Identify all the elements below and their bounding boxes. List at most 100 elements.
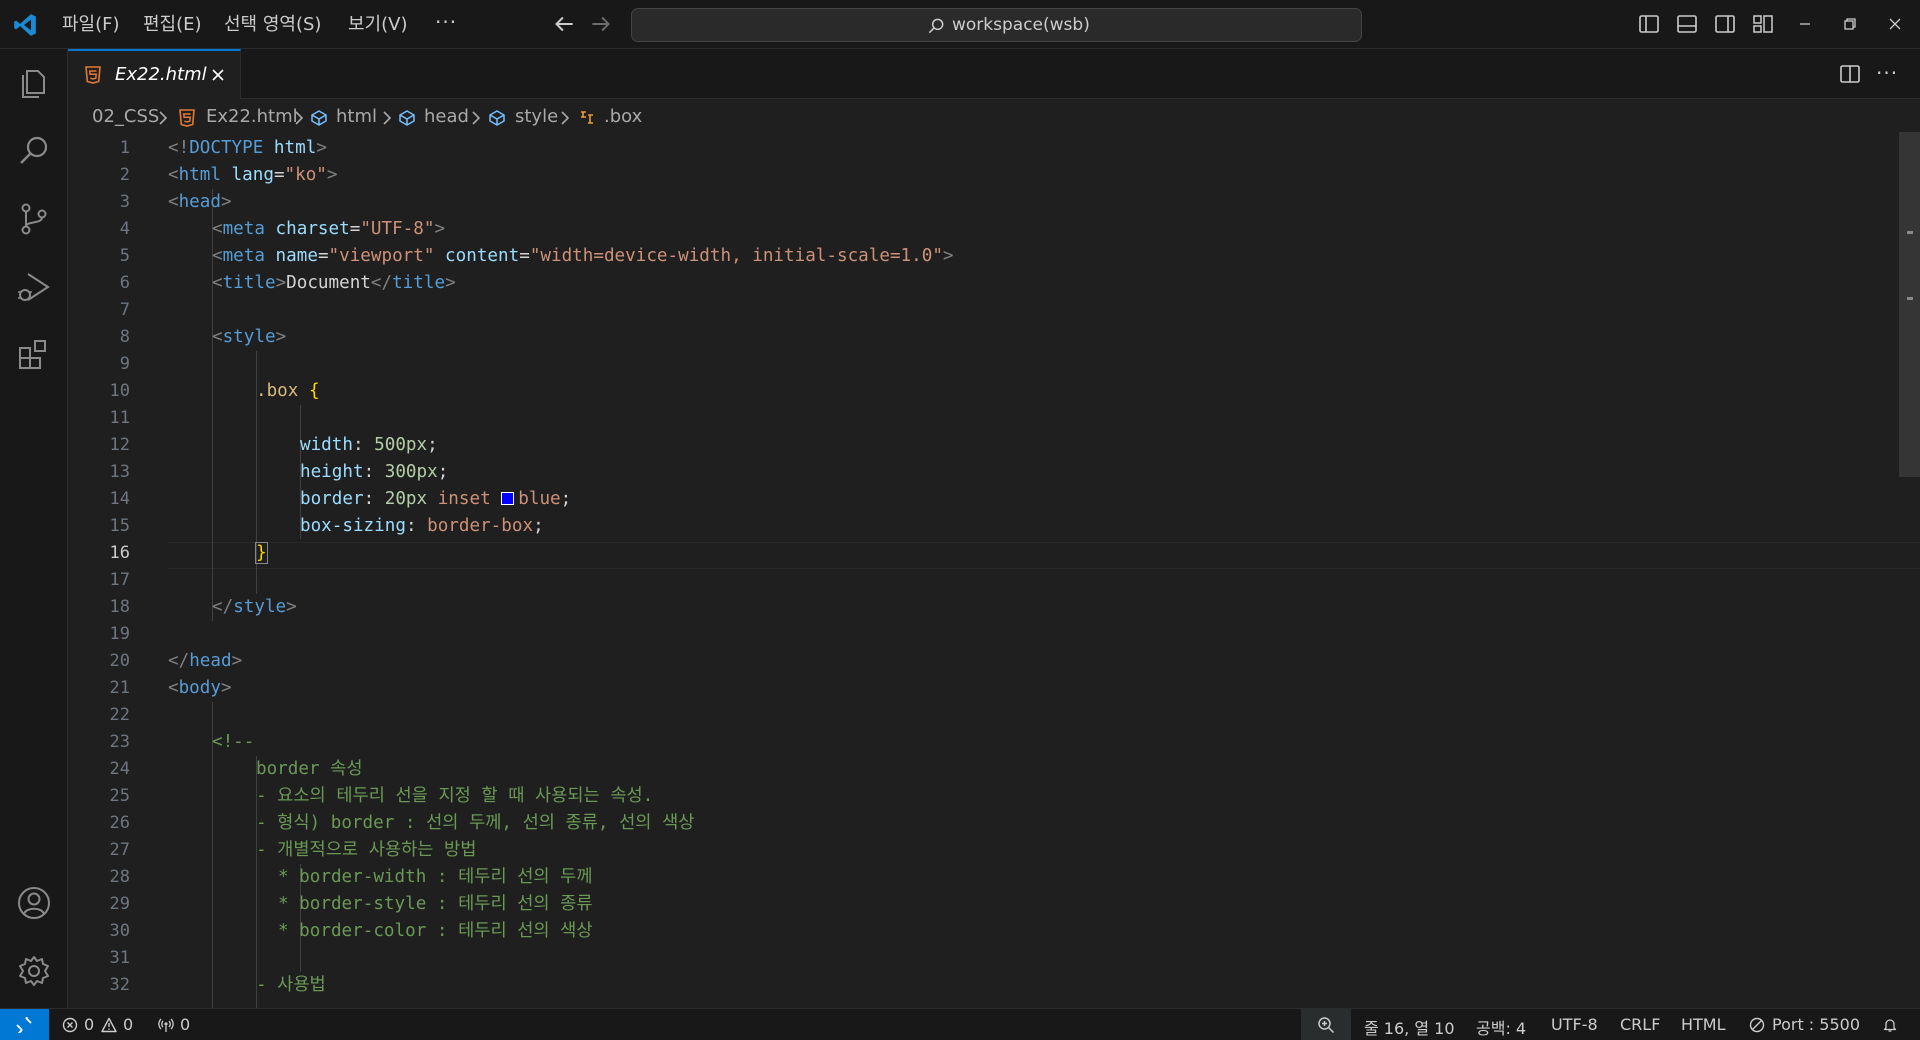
customize-layout-icon[interactable] <box>1752 13 1774 35</box>
toggle-primary-sidebar-icon[interactable] <box>1638 13 1660 35</box>
zoom-in-icon <box>1318 1017 1335 1034</box>
token: style <box>233 597 287 617</box>
split-editor-icon[interactable] <box>1839 63 1861 85</box>
line-number: 12 <box>109 435 130 455</box>
token: head <box>178 192 221 212</box>
symbol-field-icon <box>489 110 505 126</box>
html5-file-icon <box>85 66 101 84</box>
token: </ <box>212 597 234 617</box>
token: height <box>300 462 364 482</box>
token: { <box>308 381 320 401</box>
forward-arrow-icon[interactable] <box>588 11 614 37</box>
token: </ <box>370 273 393 293</box>
code-line: <!DOCTYPE html> <box>168 135 327 162</box>
vscode-logo[interactable] <box>12 12 38 38</box>
token: = <box>317 246 329 266</box>
token: ; <box>560 489 572 509</box>
breadcrumb: 02_CSS Ex22.html html head style .box <box>68 100 1920 135</box>
token: <! <box>168 138 190 158</box>
account-icon[interactable] <box>14 883 54 923</box>
code-line: height: 300px; <box>300 459 448 486</box>
close-icon[interactable] <box>210 67 226 83</box>
token: > <box>326 165 338 185</box>
menu-more-button[interactable]: ··· <box>435 10 457 34</box>
line-number: 6 <box>119 273 130 293</box>
token: ; <box>437 462 449 482</box>
token: > <box>275 327 287 347</box>
indentation-setting[interactable]: 공백: 4 <box>1476 1015 1526 1039</box>
token: border <box>300 489 364 509</box>
menu-view[interactable]: 보기(V) <box>348 13 407 37</box>
minimize-icon[interactable] <box>1795 14 1815 34</box>
toggle-panel-icon[interactable] <box>1676 13 1698 35</box>
toggle-secondary-sidebar-icon[interactable] <box>1714 13 1736 35</box>
ports-count[interactable]: 0 <box>180 1015 190 1034</box>
restore-icon[interactable] <box>1840 14 1860 34</box>
scrollbar-thumb[interactable] <box>1899 132 1920 477</box>
source-control-icon[interactable] <box>14 199 54 239</box>
close-icon[interactable] <box>1885 14 1905 34</box>
token: > <box>220 678 232 698</box>
tab-ex22-html[interactable]: Ex22.html <box>68 49 241 99</box>
token: ; <box>427 435 438 455</box>
comment-line: - 요소의 테두리 선을 지정 할 때 사용되는 속성. <box>256 786 654 806</box>
eol-setting[interactable]: CRLF <box>1620 1015 1660 1034</box>
menu-edit[interactable]: 편집(E) <box>143 13 202 37</box>
line-number: 13 <box>109 462 130 482</box>
token: name <box>264 246 318 266</box>
breadcrumb-item-head[interactable]: head <box>424 106 469 127</box>
line-number: 4 <box>119 219 130 239</box>
circle-slash-icon[interactable] <box>1749 1017 1765 1033</box>
menu-selection[interactable]: 선택 영역(S) <box>224 13 321 37</box>
code-line: <head> <box>168 189 232 216</box>
command-center-search[interactable]: workspace(wsb) <box>631 8 1362 42</box>
code-line: border: 20px inset blue; <box>300 486 571 513</box>
live-server-port[interactable]: Port : 5500 <box>1772 1015 1860 1034</box>
chevron-right-icon <box>159 111 168 125</box>
token: meta <box>222 246 265 266</box>
breadcrumb-item-box[interactable]: .box <box>604 106 642 127</box>
token: < <box>212 219 223 239</box>
breadcrumb-file[interactable]: Ex22.html <box>206 106 298 127</box>
breadcrumb-item-style[interactable]: style <box>515 106 558 127</box>
token: html <box>263 138 317 158</box>
back-arrow-icon[interactable] <box>551 11 577 37</box>
encoding-setting[interactable]: UTF-8 <box>1551 1015 1598 1034</box>
code-line: <meta charset="UTF-8"> <box>212 216 445 243</box>
command-center-label: workspace(wsb) <box>952 15 1090 35</box>
broadcast-icon[interactable] <box>158 1017 174 1033</box>
menu-file[interactable]: 파일(F) <box>62 13 120 37</box>
line-number: 18 <box>109 597 130 617</box>
comment-line: - 형식) border : 선의 두께, 선의 종류, 선의 색상 <box>256 813 695 833</box>
explorer-icon[interactable] <box>14 63 54 103</box>
error-count[interactable]: 0 <box>84 1015 94 1034</box>
run-debug-icon[interactable] <box>14 267 54 307</box>
chevron-right-icon <box>295 111 304 125</box>
code-editor[interactable]: 1 2 3 4 5 6 7 8 9 10 11 12 13 14 15 16 1… <box>68 135 1920 1008</box>
code-line: .box { <box>256 378 320 405</box>
warning-count[interactable]: 0 <box>123 1015 133 1034</box>
settings-gear-icon[interactable] <box>14 951 54 991</box>
error-icon[interactable] <box>62 1017 78 1033</box>
notification-bell-icon[interactable] <box>1882 1017 1898 1033</box>
language-mode[interactable]: HTML <box>1681 1015 1726 1034</box>
token: box-sizing <box>300 516 406 536</box>
search-icon[interactable] <box>14 131 54 171</box>
line-number: 26 <box>109 813 130 833</box>
token: 300px <box>384 462 438 482</box>
warning-icon[interactable] <box>101 1017 117 1033</box>
remote-indicator-button[interactable] <box>0 1009 49 1040</box>
token: < <box>212 246 223 266</box>
token: < <box>168 678 179 698</box>
cursor-position[interactable]: 줄 16, 열 10 <box>1364 1015 1455 1039</box>
extensions-icon[interactable] <box>14 335 54 375</box>
color-swatch[interactable] <box>501 492 515 505</box>
token: DOCTYPE <box>189 138 264 158</box>
more-actions-icon[interactable]: ··· <box>1876 61 1898 85</box>
code-line: box-sizing: border-box; <box>300 513 544 540</box>
code-line: } <box>255 540 268 567</box>
breadcrumb-item-html[interactable]: html <box>336 106 377 127</box>
breadcrumb-folder[interactable]: 02_CSS <box>92 106 159 127</box>
line-number-active: 16 <box>109 543 130 563</box>
zoom-indicator[interactable] <box>1301 1009 1351 1040</box>
